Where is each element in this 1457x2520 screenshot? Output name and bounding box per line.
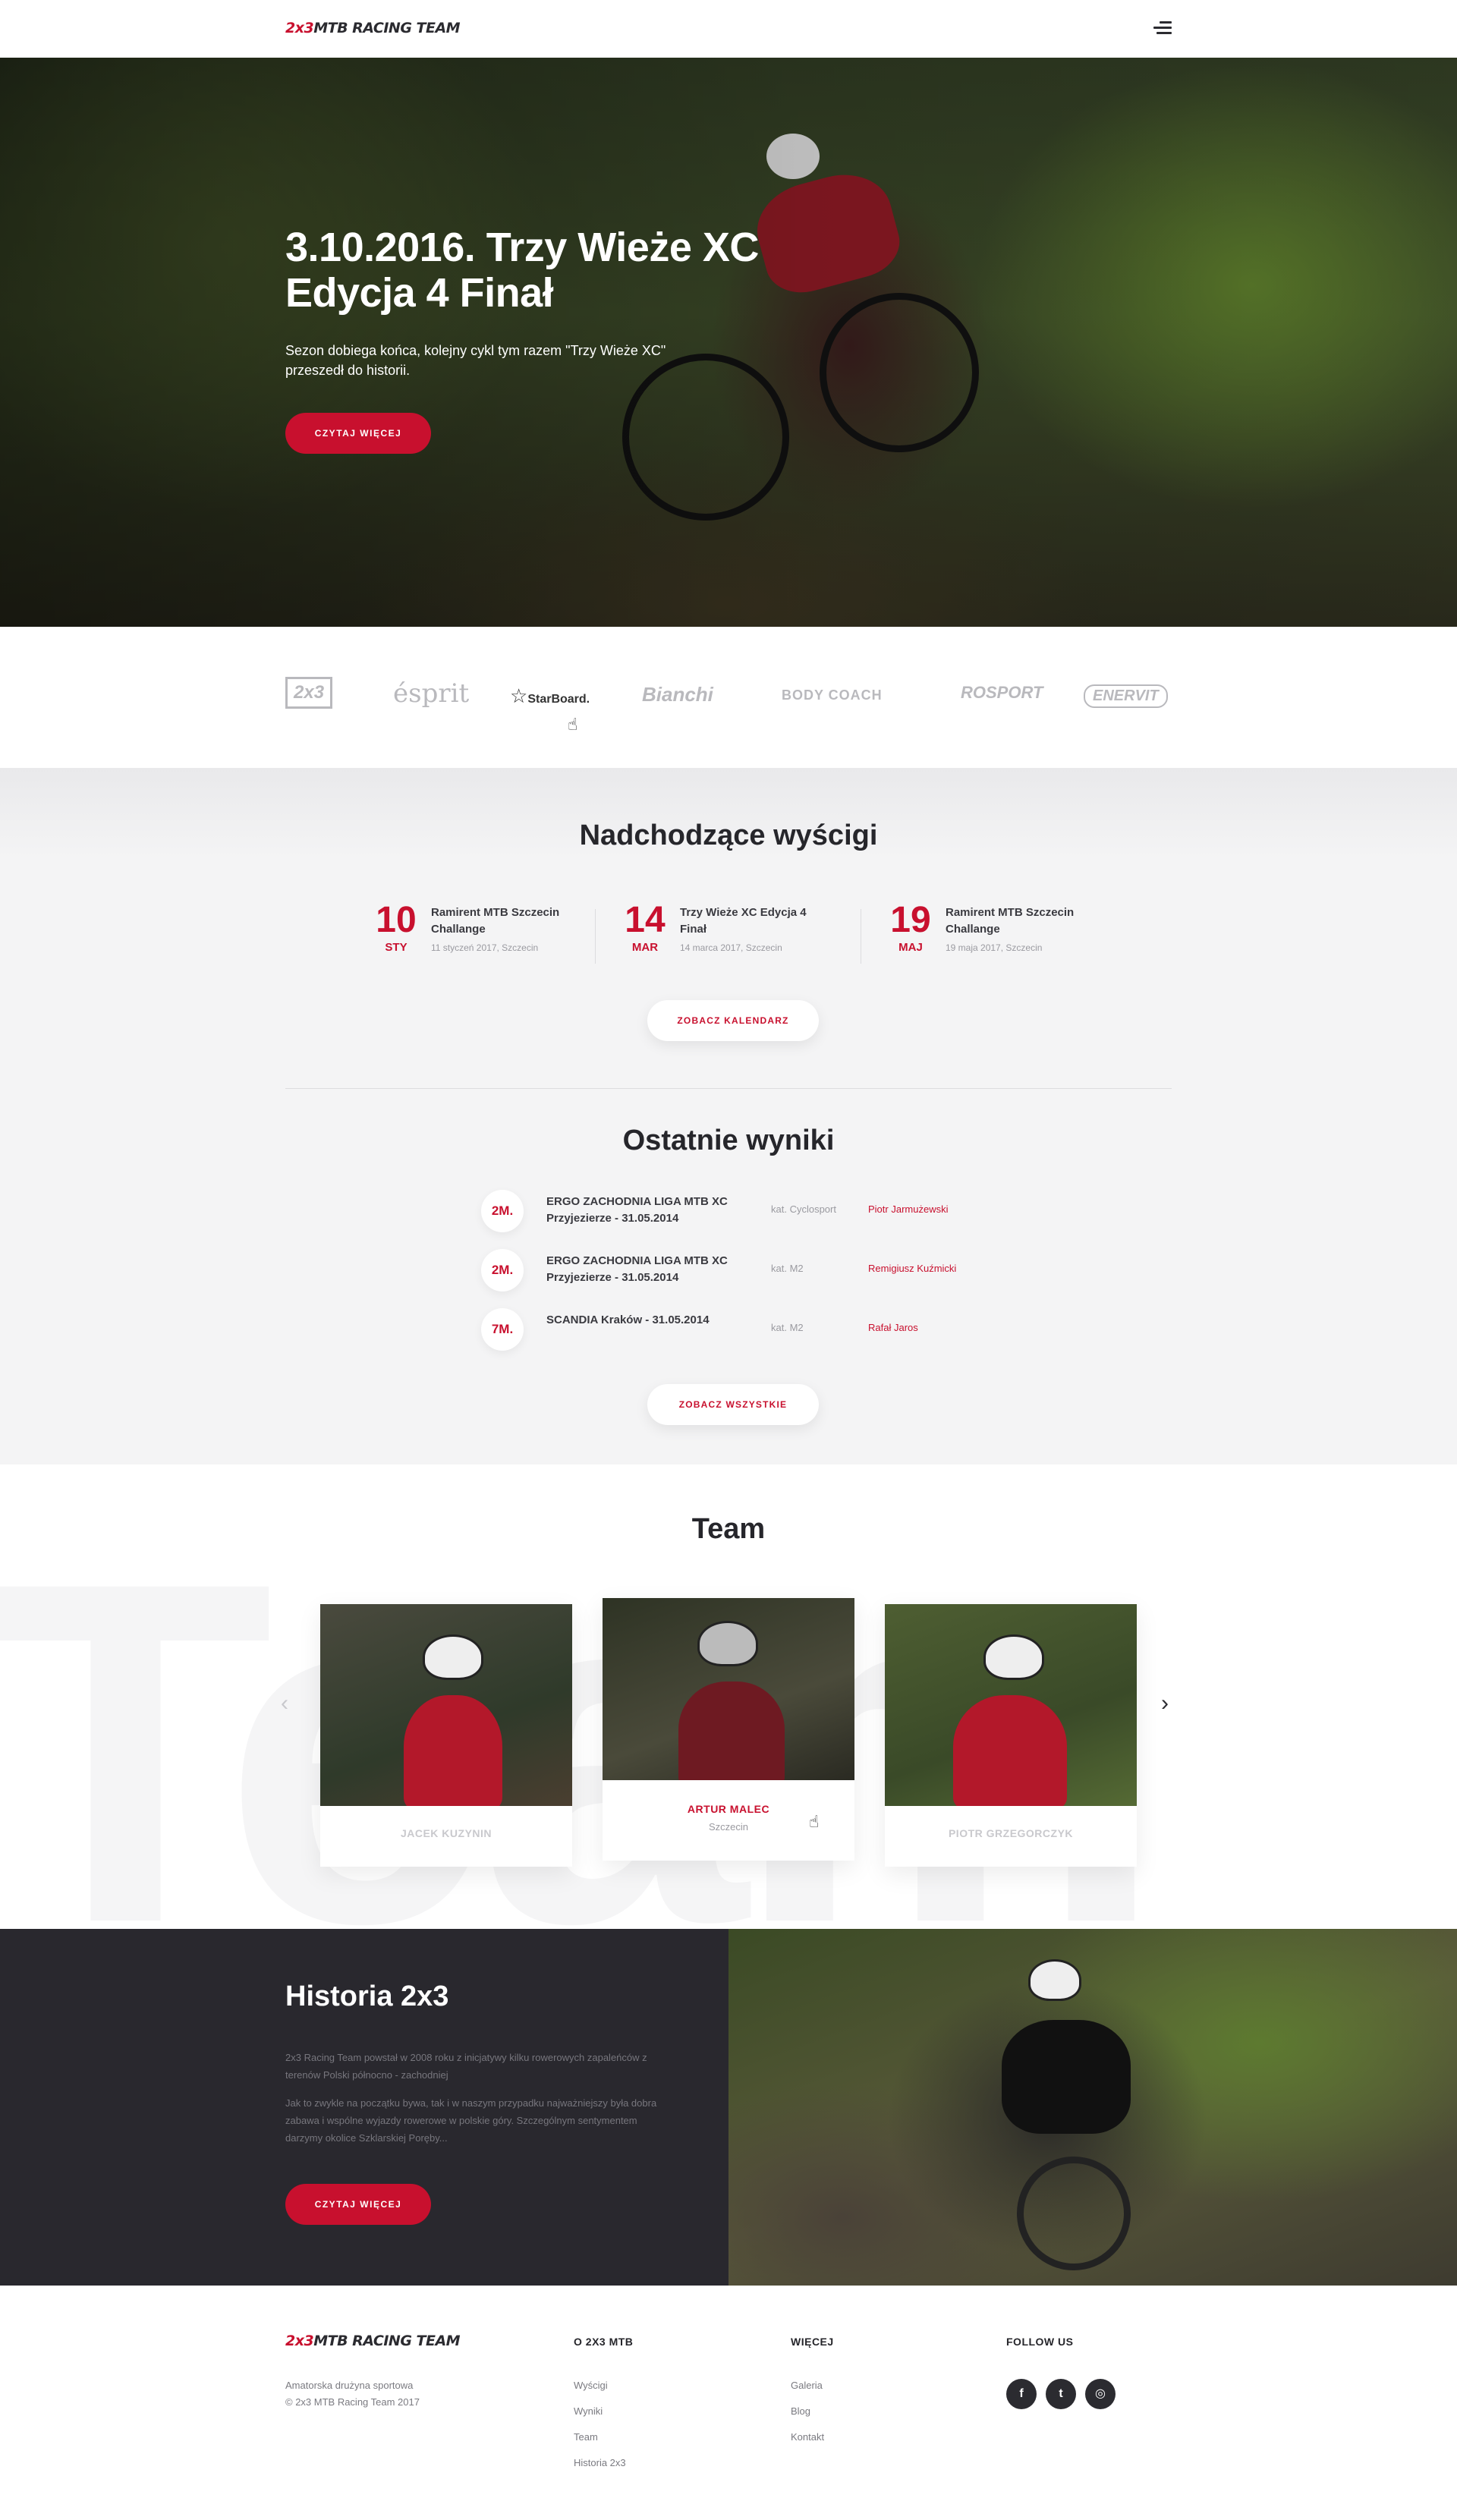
team-member-photo (603, 1598, 854, 1780)
see-calendar-button[interactable]: ZOBACZ KALENDARZ (647, 1000, 819, 1041)
footer-link-history[interactable]: Historia 2x3 (574, 2457, 626, 2468)
result-rider-link[interactable]: Remigiusz Kuźmicki (868, 1263, 956, 1274)
footer-link-blog[interactable]: Blog (791, 2405, 810, 2417)
race-meta: 11 styczeń 2017, Szczecin (431, 942, 539, 953)
footer-link-races[interactable]: Wyścigi (574, 2380, 608, 2391)
sponsor-logo-bianchi[interactable]: Bianchi (642, 683, 713, 706)
sponsors-strip: 2x3 ésprit ☆StarBoard. Bianchi BODY COAC… (0, 627, 1457, 768)
history-photo (728, 1929, 1457, 2286)
results-title: Ostatnie wyniki (622, 1125, 835, 1156)
team-member-photo (885, 1604, 1137, 1806)
footer-col-title: WIĘCEJ (791, 2336, 834, 2348)
history-paragraph: Jak to zwykle na początku bywa, tak i w … (285, 2097, 657, 2144)
twitter-icon[interactable]: t (1046, 2379, 1076, 2409)
footer-col-title: O 2X3 MTB (574, 2336, 634, 2348)
footer-logo[interactable]: 2x3MTB RACING TEAM (285, 2333, 461, 2349)
team-member-card[interactable]: JACEK KUZYNIN (320, 1604, 572, 1867)
team-member-name: JACEK KUZYNIN (400, 1827, 492, 1839)
sponsor-logo-esprit[interactable]: ésprit (393, 678, 469, 709)
hamburger-menu-icon[interactable] (1153, 21, 1172, 36)
race-meta: 14 marca 2017, Szczecin (680, 942, 782, 953)
history-text-panel: Historia 2x3 2x3 Racing Team powstał w 2… (0, 1929, 728, 2286)
result-place: 2M. (481, 1190, 524, 1232)
result-event: ERGO ZACHODNIA LIGA MTB XC Przyjezierze … (546, 1254, 728, 1284)
upcoming-races-section: Nadchodzące wyścigi 10 STY Ramirent MTB … (0, 768, 1457, 1464)
sponsor-logo-2x3[interactable]: 2x3 (285, 677, 333, 709)
race-meta: 19 maja 2017, Szczecin (946, 942, 1043, 953)
history-title: Historia 2x3 (285, 1980, 449, 2012)
race-name: Trzy Wieże XC Edycja 4 Finał (680, 906, 807, 936)
team-member-card[interactable]: PIOTR GRZEGORCZYK (885, 1604, 1137, 1867)
team-title: Team (691, 1513, 766, 1545)
result-category: kat. M2 (771, 1263, 804, 1274)
footer-link-contact[interactable]: Kontakt (791, 2431, 824, 2443)
result-event: ERGO ZACHODNIA LIGA MTB XC Przyjezierze … (546, 1195, 728, 1225)
footer-copyright: © 2x3 MTB Racing Team 2017 (285, 2396, 420, 2408)
footer-link-results[interactable]: Wyniki (574, 2405, 603, 2417)
divider (595, 909, 596, 964)
team-member-photo (320, 1604, 572, 1806)
footer-tagline: Amatorska drużyna sportowa (285, 2380, 414, 2391)
footer-col-title: FOLLOW US (1006, 2336, 1074, 2348)
sponsor-logo-starboard[interactable]: ☆StarBoard. (510, 684, 590, 708)
race-month: STY (385, 941, 408, 954)
result-category: kat. Cyclosport (771, 1203, 836, 1215)
hand-cursor-icon: ☝ (568, 715, 578, 734)
history-read-more-button[interactable]: CZYTAJ WIĘCEJ (285, 2184, 431, 2225)
result-row[interactable]: 2M. ERGO ZACHODNIA LIGA MTB XC Przyjezie… (481, 1190, 1012, 1232)
footer-link-gallery[interactable]: Galeria (791, 2380, 823, 2391)
instagram-icon[interactable]: ◎ (1085, 2379, 1116, 2409)
result-row[interactable]: 2M. ERGO ZACHODNIA LIGA MTB XC Przyjezie… (481, 1249, 1012, 1291)
section-divider (285, 1088, 1172, 1089)
result-place: 2M. (481, 1249, 524, 1291)
sponsor-logo-rosport[interactable]: ROSPORT (961, 683, 1043, 703)
upcoming-title: Nadchodzące wyścigi (579, 820, 878, 851)
race-day: 10 (376, 900, 417, 940)
race-month: MAR (631, 941, 659, 954)
result-place: 7M. (481, 1308, 524, 1351)
result-rider-link[interactable]: Rafał Jaros (868, 1322, 918, 1333)
site-logo[interactable]: 2x3MTB RACING TEAM (285, 20, 461, 36)
hero-title: 3.10.2016. Trzy Wieże XC Edycja 4 Finał (285, 225, 759, 316)
footer-link-team[interactable]: Team (574, 2431, 598, 2443)
team-section: Team Team ‹ › JACEK KUZYNIN ARTUR MALEC … (0, 1464, 1457, 1929)
result-event: SCANDIA Kraków - 31.05.2014 (546, 1313, 710, 1326)
site-header: 2x3MTB RACING TEAM (0, 0, 1457, 58)
hero-read-more-button[interactable]: CZYTAJ WIĘCEJ (285, 413, 431, 454)
history-section: Historia 2x3 2x3 Racing Team powstał w 2… (0, 1929, 1457, 2286)
carousel-prev-icon[interactable]: ‹ (281, 1691, 288, 1716)
result-rider-link[interactable]: Piotr Jarmużewski (868, 1203, 948, 1215)
race-month: MAJ (898, 941, 923, 954)
carousel-next-icon[interactable]: › (1161, 1691, 1169, 1716)
race-name: Ramirent MTB Szczecin Challange (946, 906, 1075, 936)
facebook-icon[interactable]: f (1006, 2379, 1037, 2409)
history-paragraph: 2x3 Racing Team powstał w 2008 roku z in… (285, 2052, 647, 2081)
hand-cursor-icon: ☝ (809, 1812, 820, 1831)
race-day: 19 (890, 900, 931, 940)
site-footer: 2x3MTB RACING TEAM Amatorska drużyna spo… (0, 2286, 1457, 2520)
result-row[interactable]: 7M. SCANDIA Kraków - 31.05.2014 kat. M2 … (481, 1308, 1012, 1351)
result-category: kat. M2 (771, 1322, 804, 1333)
hero-text: Sezon dobiega końca, kolejny cykl tym ra… (285, 343, 666, 378)
race-name: Ramirent MTB Szczecin Challange (431, 906, 560, 936)
race-day: 14 (625, 900, 666, 940)
see-all-results-button[interactable]: ZOBACZ WSZYSTKIE (647, 1384, 819, 1425)
hero-banner: 3.10.2016. Trzy Wieże XC Edycja 4 Finał … (0, 58, 1457, 627)
team-member-card-active[interactable]: ARTUR MALEC Szczecin ☝ (603, 1598, 854, 1861)
team-member-name: PIOTR GRZEGORCZYK (948, 1827, 1074, 1839)
sponsor-logo-enervit[interactable]: ENERVIT (1084, 684, 1168, 708)
sponsor-logo-bodycoach[interactable]: BODY COACH (782, 687, 883, 703)
